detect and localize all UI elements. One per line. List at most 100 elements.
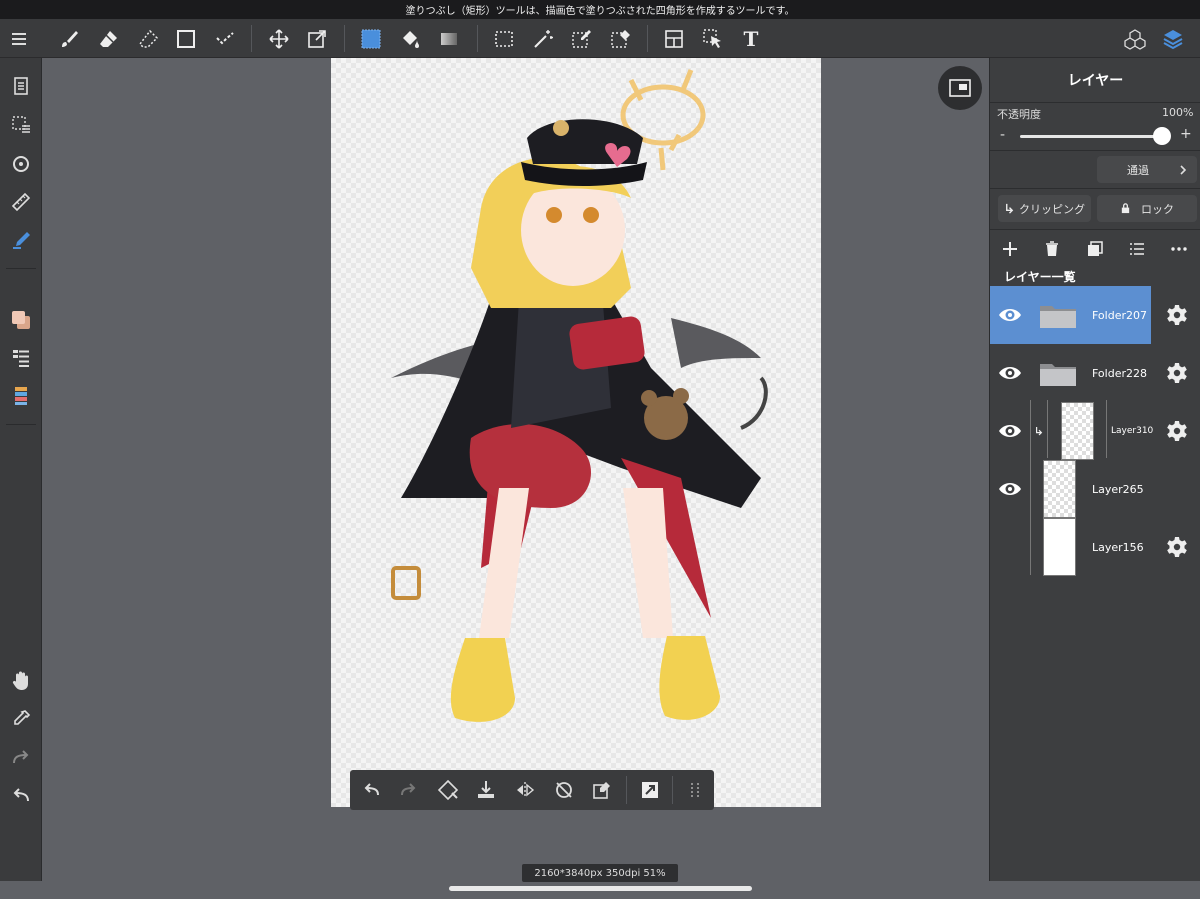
home-indicator <box>449 886 752 891</box>
navigator-button[interactable] <box>938 66 982 110</box>
flip-button[interactable] <box>506 770 544 810</box>
select-object-icon[interactable] <box>694 19 732 58</box>
eye-icon[interactable] <box>996 359 1024 387</box>
grid-button[interactable] <box>676 770 714 810</box>
blur-icon[interactable] <box>129 19 167 58</box>
import-icon <box>478 781 494 798</box>
opacity-slider-knob[interactable] <box>1153 127 1171 145</box>
fit-button[interactable] <box>631 770 669 810</box>
clipping-label: クリッピング <box>1019 202 1085 216</box>
gear-icon[interactable] <box>1163 417 1191 445</box>
fit-icon <box>642 782 658 798</box>
flip-icon <box>517 782 535 798</box>
eyedropper-icon[interactable] <box>0 701 42 737</box>
selection-icon[interactable] <box>0 107 42 143</box>
gradient-icon[interactable] <box>430 19 468 58</box>
clipping-indicator-icon <box>1036 427 1043 436</box>
layer-name: Layer310 <box>1111 426 1154 436</box>
clear-button[interactable] <box>583 770 621 810</box>
lock-button[interactable]: ロック <box>1097 195 1197 222</box>
import-button[interactable] <box>467 770 505 810</box>
eye-icon[interactable] <box>996 475 1024 503</box>
more-icon <box>1171 247 1187 251</box>
layer-name: Folder228 <box>1092 366 1147 380</box>
dot-line-icon[interactable] <box>206 19 244 58</box>
more-button[interactable] <box>1162 234 1196 264</box>
gear-icon[interactable] <box>1163 301 1191 329</box>
app-window: 塗りつぶし（矩形）ツールは、描画色で塗りつぶされた四角形を作成するツールです。 <box>0 0 1200 899</box>
select-pen-icon[interactable] <box>562 19 600 58</box>
left-sidebar <box>0 58 42 881</box>
redo-icon[interactable] <box>0 739 42 775</box>
layer-name: Folder207 <box>1092 308 1147 322</box>
layer-row-folder228[interactable]: Folder228 <box>990 344 1200 402</box>
layer-name: Layer156 <box>1092 540 1144 554</box>
layer-list-menu-button[interactable] <box>1120 234 1154 264</box>
rectangle-shape-icon[interactable] <box>167 19 205 58</box>
transform-button[interactable] <box>429 770 467 810</box>
materials-icon[interactable] <box>1115 19 1155 58</box>
menu-icon[interactable] <box>0 19 38 58</box>
opacity-increase-button[interactable]: + <box>1180 126 1192 142</box>
lock-icon <box>1121 203 1130 214</box>
snap-icon[interactable] <box>0 146 42 182</box>
frame-icon[interactable] <box>655 19 693 58</box>
layer-row-folder207[interactable]: Folder207 <box>990 286 1151 344</box>
palette-icon[interactable] <box>0 378 42 414</box>
layer-row-layer310[interactable]: Layer310 <box>990 402 1200 460</box>
hand-icon[interactable] <box>0 663 42 699</box>
select-eraser-icon[interactable] <box>601 19 639 58</box>
gear-icon[interactable] <box>1163 533 1191 561</box>
opacity-decrease-button[interactable]: - <box>1000 127 1005 143</box>
color-swatch-icon[interactable] <box>0 302 42 338</box>
layer-name: Layer265 <box>1092 482 1144 496</box>
add-layer-button[interactable] <box>993 234 1027 264</box>
undo-button[interactable] <box>352 770 390 810</box>
eye-icon[interactable] <box>996 301 1024 329</box>
blend-mode-value: 通過 <box>1127 163 1149 177</box>
layer-thumbnail <box>1061 402 1094 460</box>
brush-icon[interactable] <box>50 19 88 58</box>
pages-icon[interactable] <box>0 68 42 104</box>
eye-icon[interactable] <box>996 417 1024 445</box>
move-icon[interactable] <box>260 19 298 58</box>
layers-icon[interactable] <box>1153 19 1193 58</box>
grid-icon <box>691 783 699 797</box>
delete-layer-button[interactable] <box>1035 234 1069 264</box>
rotate-button[interactable] <box>545 770 583 810</box>
clipping-button[interactable]: クリッピング <box>998 195 1091 222</box>
eraser-icon[interactable] <box>89 19 127 58</box>
fill-rect-icon[interactable] <box>352 19 390 58</box>
folder-icon <box>1040 364 1076 386</box>
opacity-slider[interactable] <box>1020 135 1166 138</box>
text-icon[interactable]: T <box>732 19 770 58</box>
pen-highlight-icon[interactable] <box>0 222 42 258</box>
chevron-right-icon <box>1180 164 1187 175</box>
character-illustration <box>391 69 768 722</box>
blend-mode-select[interactable]: 通過 <box>1097 156 1197 183</box>
undo-icon[interactable] <box>0 777 42 813</box>
duplicate-icon <box>1088 241 1103 256</box>
layer-list-title: レイヤー一覧 <box>1004 270 1076 284</box>
layer-row-layer156[interactable]: Layer156 <box>990 518 1200 576</box>
magic-wand-icon[interactable] <box>524 19 562 58</box>
tool-hint-bar: 塗りつぶし（矩形）ツールは、描画色で塗りつぶされた四角形を作成するツールです。 <box>0 0 1200 19</box>
layer-row-layer265[interactable]: Layer265 <box>990 460 1200 518</box>
bucket-icon[interactable] <box>391 19 429 58</box>
layer-panel-title: レイヤー <box>1067 73 1124 89</box>
lock-label: ロック <box>1141 202 1174 216</box>
select-rect-icon[interactable] <box>485 19 523 58</box>
transform-icon[interactable] <box>298 19 336 58</box>
drawing-canvas[interactable] <box>331 58 821 807</box>
ruler-icon[interactable] <box>0 184 42 220</box>
list-icon <box>1130 243 1144 255</box>
duplicate-layer-button[interactable] <box>1078 234 1112 264</box>
trash-icon <box>1046 241 1058 256</box>
folder-icon <box>1040 306 1076 328</box>
layer-panel: レイヤー 不透明度 100% - + 通過 クリッピング ロック レイヤー一覧 … <box>989 58 1200 881</box>
rotate-icon <box>556 782 572 798</box>
redo-button[interactable] <box>390 770 428 810</box>
gear-icon[interactable] <box>1163 359 1191 387</box>
layer-thumbnail <box>1043 460 1076 518</box>
layer-list-icon[interactable] <box>0 340 42 376</box>
